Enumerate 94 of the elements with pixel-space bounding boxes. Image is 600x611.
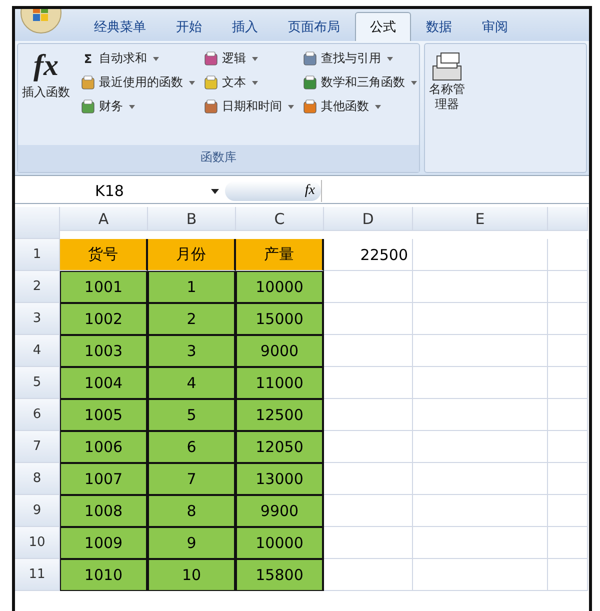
function-category-icon	[302, 74, 318, 90]
function-category-icon	[80, 98, 96, 114]
table-cell: 7	[148, 463, 236, 495]
table-cell	[548, 335, 588, 367]
table-cell: 1007	[60, 463, 148, 495]
table-cell	[548, 431, 588, 463]
table-cell: 1002	[60, 303, 148, 335]
table-cell: 9000	[236, 335, 324, 367]
table-cell	[548, 463, 588, 495]
ribbon-tab[interactable]: 开始	[161, 12, 217, 41]
table-cell: 6	[148, 431, 236, 463]
column-header[interactable]: E	[413, 207, 548, 231]
insert-function-button[interactable]: fx	[225, 181, 321, 201]
table-cell: 1005	[60, 399, 148, 431]
function-category-icon	[203, 98, 219, 114]
table-cell: 1010	[60, 559, 148, 591]
function-category-icon	[302, 98, 318, 114]
ribbon-tab[interactable]: 页面布局	[273, 12, 355, 41]
row-header[interactable]: 9	[15, 495, 60, 527]
row-header[interactable]: 5	[15, 367, 60, 399]
table-cell	[548, 399, 588, 431]
table-cell: 9	[148, 527, 236, 559]
table-cell: 22500	[324, 239, 413, 271]
column-header[interactable]: C	[236, 207, 324, 231]
function-category-icon	[302, 50, 318, 66]
table-cell: 10000	[236, 527, 324, 559]
table-cell: 1004	[60, 367, 148, 399]
name-manager-button[interactable]: 名称管理器	[425, 44, 469, 116]
ribbon-tab[interactable]: 公式	[355, 12, 411, 41]
table-cell: 8	[148, 495, 236, 527]
ribbon-tab[interactable]: 数据	[411, 12, 467, 41]
table-cell: 13000	[236, 463, 324, 495]
row-header[interactable]: 2	[15, 271, 60, 303]
table-cell: 4	[148, 367, 236, 399]
function-menu-button[interactable]: 数学和三角函数	[300, 72, 419, 93]
table-cell: 10	[148, 559, 236, 591]
column-header[interactable]: B	[148, 207, 236, 231]
table-cell: 产量	[236, 239, 324, 271]
table-cell: 1	[148, 271, 236, 303]
table-cell: 11000	[236, 367, 324, 399]
row-header[interactable]: 6	[15, 399, 60, 431]
function-menu-button[interactable]: 文本	[201, 72, 296, 93]
table-cell: 9900	[236, 495, 324, 527]
function-menu-button[interactable]: 逻辑	[201, 48, 296, 69]
table-cell: 货号	[60, 239, 148, 271]
ribbon-tab[interactable]: 经典菜单	[79, 12, 161, 41]
table-cell: 2	[148, 303, 236, 335]
function-menu-button[interactable]: 最近使用的函数	[78, 72, 197, 93]
table-cell	[548, 303, 588, 335]
column-header[interactable]: D	[324, 207, 413, 231]
ribbon-tab[interactable]: 审阅	[467, 12, 523, 41]
insert-function-button[interactable]: fx 插入函数	[18, 44, 74, 145]
table-cell: 15800	[236, 559, 324, 591]
table-cell	[548, 271, 588, 303]
row-header[interactable]: 7	[15, 431, 60, 463]
table-cell	[548, 367, 588, 399]
select-all-corner[interactable]	[15, 207, 60, 239]
row-header[interactable]: 10	[15, 527, 60, 559]
ribbon-tab[interactable]: 插入	[217, 12, 273, 41]
column-header[interactable]: A	[60, 207, 148, 231]
function-menu-button[interactable]: Σ 自动求和	[78, 48, 197, 69]
function-menu-button[interactable]: 日期和时间	[201, 96, 296, 117]
table-cell: 12050	[236, 431, 324, 463]
row-header[interactable]: 11	[15, 559, 60, 591]
table-cell	[548, 239, 588, 271]
table-cell	[548, 527, 588, 559]
table-cell: 12500	[236, 399, 324, 431]
row-header[interactable]: 4	[15, 335, 60, 367]
function-category-icon	[203, 74, 219, 90]
table-cell: 5	[148, 399, 236, 431]
table-cell: 15000	[236, 303, 324, 335]
table-cell: 1003	[60, 335, 148, 367]
table-cell: 1008	[60, 495, 148, 527]
table-cell: 月份	[148, 239, 236, 271]
row-header[interactable]: 3	[15, 303, 60, 335]
function-menu-button[interactable]: 其他函数	[300, 96, 419, 117]
office-button-icon[interactable]	[19, 9, 63, 35]
function-menu-button[interactable]: 财务	[78, 96, 197, 117]
row-header[interactable]: 1	[15, 239, 60, 271]
table-cell: 1001	[60, 271, 148, 303]
table-cell: 3	[148, 335, 236, 367]
table-cell: 1009	[60, 527, 148, 559]
row-header[interactable]: 8	[15, 463, 60, 495]
table-cell: 10000	[236, 271, 324, 303]
caret-icon	[211, 188, 219, 194]
function-category-icon	[203, 50, 219, 66]
table-cell	[548, 559, 588, 591]
table-cell	[548, 495, 588, 527]
group-label: 函数库	[18, 145, 419, 172]
column-header[interactable]	[548, 207, 588, 231]
table-cell: 1006	[60, 431, 148, 463]
function-category-icon	[80, 74, 96, 90]
name-box[interactable]: K18	[15, 182, 225, 200]
function-menu-button[interactable]: 查找与引用	[300, 48, 419, 69]
